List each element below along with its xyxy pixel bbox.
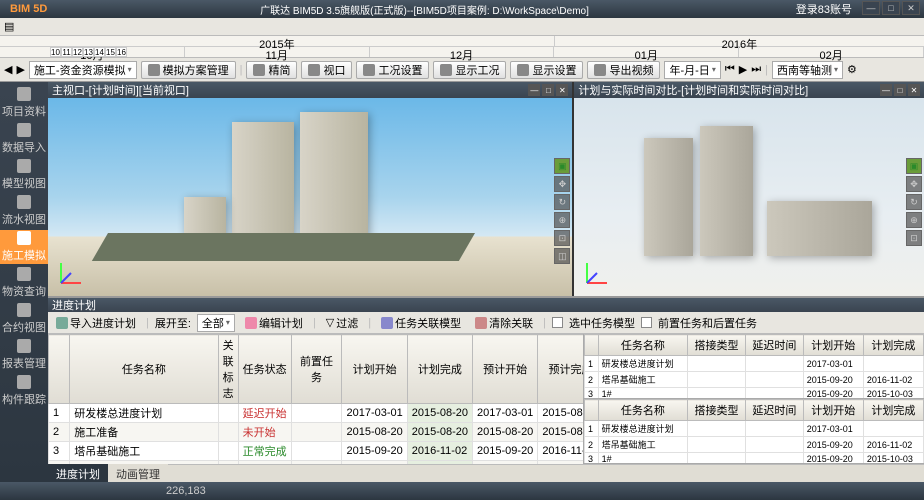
maximize-button[interactable]: □ <box>882 1 900 15</box>
toolbar-工况设置-button[interactable]: 工况设置 <box>356 61 429 79</box>
schedule-grid[interactable]: 任务名称关联标志任务状态前置任务计划开始计划完成预计开始预计完成实际1研发楼总进… <box>48 334 584 464</box>
sidebar-item-5[interactable]: 物资查询 <box>0 266 48 300</box>
axis-gizmo-2 <box>582 258 612 288</box>
import-schedule-button[interactable]: 导入进度计划 <box>52 314 140 332</box>
sim-plan-button[interactable]: 模拟方案管理 <box>141 61 236 79</box>
vp-tool-pan[interactable]: ✥ <box>554 176 570 192</box>
settings-icon[interactable]: ⚙ <box>847 63 857 76</box>
sidebar-item-8[interactable]: 构件跟踪 <box>0 374 48 408</box>
table-row[interactable]: 3 塔吊基础施工正常完成2015-09-202016-11-022015-09-… <box>49 442 585 461</box>
toolbar-导出视频-button[interactable]: 导出视频 <box>587 61 660 79</box>
vp2-tool-pan[interactable]: ✥ <box>906 176 922 192</box>
schedule-toolbar: 导入进度计划 | 展开至: 全部 编辑计划 | ▽过滤 | 任务关联模型 清除关… <box>48 312 924 334</box>
filter-button[interactable]: ▽过滤 <box>322 314 362 332</box>
vp-tool-section[interactable]: ◫ <box>554 248 570 264</box>
viewport2-header: 计划与实际时间对比-[计划时间和实际时间对比] —□✕ <box>574 82 924 98</box>
schedule-panel-header: 进度计划 <box>48 298 924 312</box>
viewport1-canvas[interactable]: ▣ ✥ ↻ ⊕ ⊡ ◫ <box>48 98 572 296</box>
toolbar-精简-button[interactable]: 精简 <box>246 61 297 79</box>
vp2-close-icon[interactable]: ✕ <box>908 84 920 96</box>
tab-animation[interactable]: 动画管理 <box>108 464 168 483</box>
timeline[interactable]: 2015年2016年10月11月12月01月02月 10111213141516 <box>0 36 924 58</box>
login-link[interactable]: 登录83账号 <box>796 1 852 17</box>
axis-gizmo <box>56 258 86 288</box>
vp2-max-icon[interactable]: □ <box>894 84 906 96</box>
step-back-icon[interactable]: ⏮ <box>725 63 735 76</box>
table-row[interactable]: 3 1#2015-09-202015-10-03 <box>585 453 924 465</box>
toolbar-显示设置-button[interactable]: 显示设置 <box>510 61 583 79</box>
vp-tool-rotate[interactable]: ↻ <box>554 194 570 210</box>
app-logo: BIM 5D <box>4 3 53 15</box>
sidebar-item-3[interactable]: 流水视图 <box>0 194 48 228</box>
step-fwd-icon[interactable]: ⏭ <box>751 63 761 76</box>
toolbar-显示工况-button[interactable]: 显示工况 <box>433 61 506 79</box>
close-button[interactable]: ✕ <box>902 1 920 15</box>
minimize-button[interactable]: — <box>862 1 880 15</box>
sidebar-item-0[interactable]: 项目资料 <box>0 86 48 120</box>
titlebar: BIM 5D 广联达 BIM5D 3.5旗舰版(正式版)--[BIM5D项目案例… <box>0 0 924 18</box>
table-row[interactable]: 3 1#2015-09-202015-10-03 <box>585 388 924 400</box>
tab-schedule[interactable]: 进度计划 <box>48 464 108 483</box>
vp-close-icon[interactable]: ✕ <box>556 84 568 96</box>
nav-next-icon[interactable]: ▶ <box>16 63 24 76</box>
sim-mode-dropdown[interactable]: 施工-资金资源模拟 <box>29 61 137 79</box>
vp-min-icon[interactable]: — <box>528 84 540 96</box>
predecessor-grid[interactable]: 任务名称搭接类型延迟时间计划开始计划完成1研发楼总进度计划2017-03-012… <box>584 334 924 399</box>
assoc-model-button[interactable]: 任务关联模型 <box>377 314 465 332</box>
cursor-coords: 226,183 <box>166 485 206 497</box>
sidebar-item-1[interactable]: 数据导入 <box>0 122 48 156</box>
menubar: ▤ <box>0 18 924 36</box>
table-row[interactable]: 1研发楼总进度计划2017-03-01 <box>585 356 924 372</box>
table-row[interactable]: 2 塔吊基础施工2015-09-202016-11-02 <box>585 437 924 453</box>
table-row[interactable]: 1研发楼总进度计划2017-03-01 <box>585 421 924 437</box>
sidebar-item-2[interactable]: 模型视图 <box>0 158 48 192</box>
vp-tool-zoom[interactable]: ⊕ <box>554 212 570 228</box>
sidebar: 项目资料数据导入模型视图流水视图施工模拟物资查询合约视图报表管理构件跟踪 <box>0 82 48 482</box>
statusbar: 226,183 <box>0 482 924 500</box>
vp2-min-icon[interactable]: — <box>880 84 892 96</box>
vp2-tool-zoom[interactable]: ⊕ <box>906 212 922 228</box>
pre-post-task-checkbox[interactable] <box>641 317 652 328</box>
filter-icon: ▽ <box>326 316 334 329</box>
select-task-model-checkbox[interactable] <box>552 317 563 328</box>
expand-dropdown[interactable]: 全部 <box>197 314 235 332</box>
edit-plan-button[interactable]: 编辑计划 <box>241 314 307 332</box>
sidebar-item-7[interactable]: 报表管理 <box>0 338 48 372</box>
viewport1-header: 主视口-[计划时间][当前视口] —□✕ <box>48 82 572 98</box>
vp2-tool-rotate[interactable]: ↻ <box>906 194 922 210</box>
toolbar-视口-button[interactable]: 视口 <box>301 61 352 79</box>
table-row[interactable]: 2 施工准备未开始2015-08-202015-08-202015-08-202… <box>49 423 585 442</box>
table-row[interactable]: 1研发楼总进度计划延迟开始2017-03-012015-08-202017-03… <box>49 404 585 423</box>
sidebar-item-4[interactable]: 施工模拟 <box>0 230 48 264</box>
successor-grid[interactable]: 任务名称搭接类型延迟时间计划开始计划完成1研发楼总进度计划2017-03-012… <box>584 399 924 464</box>
play-icon[interactable]: ▶ <box>739 63 747 76</box>
nav-prev-icon[interactable]: ◀ <box>4 63 12 76</box>
vp2-tool-select[interactable]: ▣ <box>906 158 922 174</box>
schedule-tabs: 进度计划 动画管理 <box>48 464 924 482</box>
vp-max-icon[interactable]: □ <box>542 84 554 96</box>
date-format-dropdown[interactable]: 年-月-日 <box>664 61 720 79</box>
sidebar-item-6[interactable]: 合约视图 <box>0 302 48 336</box>
vp2-tool-fit[interactable]: ⊡ <box>906 230 922 246</box>
menu-icon[interactable]: ▤ <box>4 20 14 33</box>
table-row[interactable]: 2 塔吊基础施工2015-09-202016-11-02 <box>585 372 924 388</box>
view-dropdown[interactable]: 西南等轴测 <box>772 61 843 79</box>
clear-assoc-button[interactable]: 清除关联 <box>471 314 537 332</box>
window-title: 广联达 BIM5D 3.5旗舰版(正式版)--[BIM5D项目案例: D:\Wo… <box>53 2 795 17</box>
vp-tool-select[interactable]: ▣ <box>554 158 570 174</box>
viewport2-canvas[interactable]: ▣ ✥ ↻ ⊕ ⊡ <box>574 98 924 296</box>
vp-tool-fit[interactable]: ⊡ <box>554 230 570 246</box>
